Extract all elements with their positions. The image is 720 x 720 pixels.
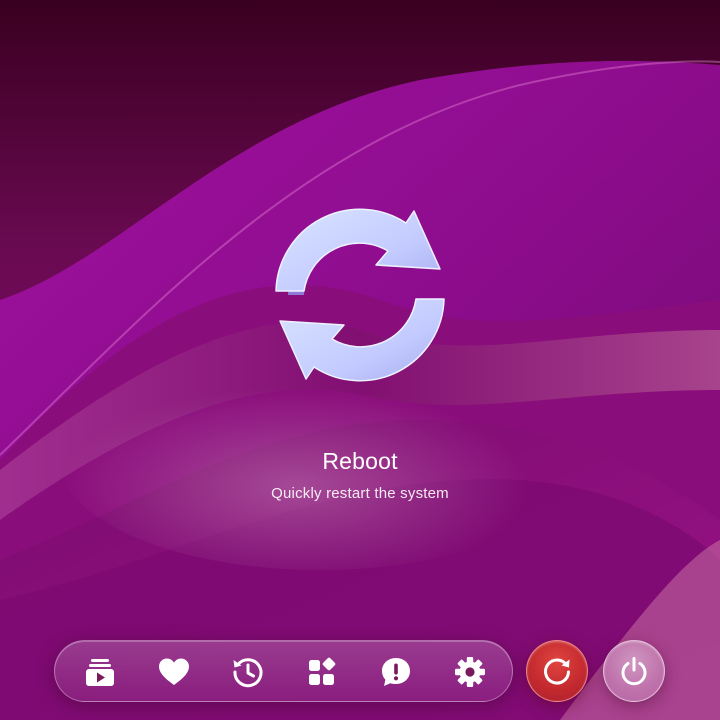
reboot-screen: Reboot Quickly restart the system [0, 0, 720, 720]
page-subtitle: Quickly restart the system [271, 485, 449, 502]
power-button[interactable] [603, 640, 665, 702]
reboot-button[interactable] [526, 640, 588, 702]
dock-item-alerts[interactable] [377, 653, 415, 691]
apps-grid-icon [309, 657, 336, 685]
page-title: Reboot [322, 448, 398, 474]
dock-item-apps[interactable] [303, 653, 341, 691]
history-icon [233, 658, 263, 688]
dock [54, 640, 513, 702]
refresh-arrows-icon [275, 208, 445, 382]
dock-item-media-library[interactable] [81, 653, 119, 691]
dock-item-settings[interactable] [451, 653, 489, 691]
dock-item-history[interactable] [229, 653, 267, 691]
dock-item-favorites[interactable] [155, 653, 193, 691]
media-library-icon [86, 659, 114, 686]
alert-bubble-icon [382, 658, 410, 686]
gear-icon [455, 657, 485, 687]
restart-icon [544, 658, 570, 685]
heart-icon [159, 658, 189, 685]
power-icon [621, 657, 647, 686]
